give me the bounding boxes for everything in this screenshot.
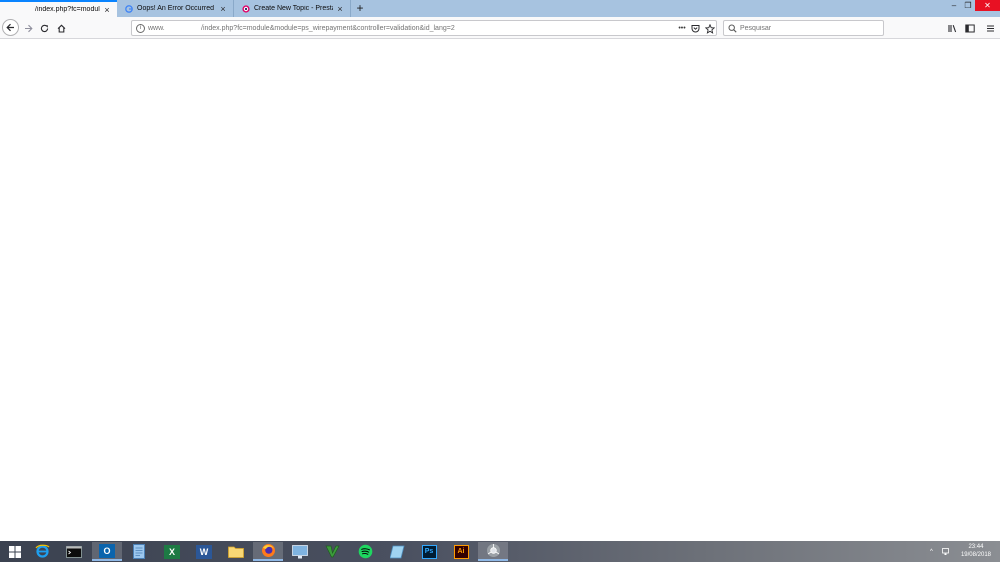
arrow-left-icon xyxy=(6,23,14,32)
excel-label: X xyxy=(164,544,180,559)
arrow-right-icon xyxy=(24,24,33,32)
photoshop-label: Ps xyxy=(421,544,437,559)
prestashop-icon xyxy=(242,4,250,13)
page-actions-button[interactable]: ••• xyxy=(675,23,689,34)
network-icon[interactable] xyxy=(942,541,951,562)
tab-title: Create New Topic - PrestaShop xyxy=(254,5,333,12)
back-button[interactable] xyxy=(2,19,19,36)
pocket-icon xyxy=(691,25,700,33)
system-clock[interactable]: 23:44 19/08/2018 xyxy=(961,543,991,559)
reload-icon xyxy=(40,24,48,32)
minimize-button[interactable]: – xyxy=(947,0,961,11)
google-icon xyxy=(125,4,133,13)
new-tab-button[interactable]: + xyxy=(354,2,366,14)
url-host: www. xyxy=(148,25,165,32)
url-path: /index.php?fc=module&module=ps_wirepayme… xyxy=(201,25,455,32)
tab-close-icon[interactable]: × xyxy=(103,5,111,14)
clock-date: 19/08/2018 xyxy=(960,552,991,558)
close-window-button[interactable]: ✕ xyxy=(975,0,1000,11)
tab-title: Oops! An Error Occurred presta xyxy=(137,5,216,12)
url-bar[interactable]: i www. /index.php?fc=module&module=ps_wi… xyxy=(131,20,717,36)
word-label: W xyxy=(196,544,212,559)
restore-button[interactable]: ❐ xyxy=(961,0,975,11)
search-icon xyxy=(728,24,737,33)
excel-icon[interactable]: X xyxy=(157,542,187,561)
clock-time: 23:44 xyxy=(968,544,984,550)
tab-create-topic[interactable]: Create New Topic - PrestaShop × xyxy=(235,0,351,17)
firefox-icon[interactable] xyxy=(253,542,283,561)
tab-close-icon[interactable]: × xyxy=(336,4,344,13)
forward-button[interactable] xyxy=(20,20,36,36)
home-button[interactable] xyxy=(53,20,69,36)
reload-button[interactable] xyxy=(36,20,52,36)
navigation-toolbar: i www. /index.php?fc=module&module=ps_wi… xyxy=(0,17,1000,39)
outlook-icon[interactable]: O xyxy=(92,542,122,561)
library-button[interactable] xyxy=(945,20,961,36)
page-content xyxy=(0,39,1000,541)
tab-active[interactable]: /index.php?fc=module& × xyxy=(0,0,117,17)
sidebar-icon xyxy=(965,24,975,32)
pocket-button[interactable] xyxy=(690,23,701,34)
tab-close-icon[interactable]: × xyxy=(219,4,227,13)
terminal-icon[interactable] xyxy=(59,542,89,561)
vim-icon[interactable] xyxy=(317,542,347,561)
sidebar-button[interactable] xyxy=(962,20,978,36)
search-bar[interactable] xyxy=(723,20,884,36)
word-icon[interactable]: W xyxy=(189,542,219,561)
windows-taskbar: O X W Ps Ai ^ 23:44 19/08/2018 xyxy=(0,541,1000,562)
windows-start-icon[interactable] xyxy=(0,542,30,561)
illustrator-icon[interactable]: Ai xyxy=(446,542,476,561)
site-info-icon[interactable]: i xyxy=(136,24,145,33)
photoshop-icon[interactable]: Ps xyxy=(414,542,444,561)
pen-tablet-icon[interactable] xyxy=(382,542,412,561)
remote-desktop-icon[interactable] xyxy=(285,542,315,561)
tab-oops-error[interactable]: Oops! An Error Occurred presta × xyxy=(118,0,234,17)
hamburger-menu-icon xyxy=(986,24,994,32)
chrome-icon[interactable] xyxy=(478,542,508,561)
home-icon xyxy=(57,24,65,33)
tray-chevron-icon[interactable]: ^ xyxy=(930,541,933,562)
notepad-icon[interactable] xyxy=(124,542,154,561)
outlook-label: O xyxy=(99,543,115,558)
tab-strip: /index.php?fc=module& × Oops! An Error O… xyxy=(0,0,1000,17)
bookmark-button[interactable] xyxy=(704,23,715,34)
library-icon xyxy=(948,24,957,32)
star-icon xyxy=(704,23,715,34)
menu-button[interactable] xyxy=(982,20,998,36)
illustrator-label: Ai xyxy=(453,544,469,559)
spotify-icon[interactable] xyxy=(350,542,380,561)
internet-explorer-icon[interactable] xyxy=(27,542,57,561)
search-input[interactable] xyxy=(740,23,880,34)
tab-title: /index.php?fc=module& xyxy=(35,6,100,13)
file-explorer-icon[interactable] xyxy=(221,542,251,561)
